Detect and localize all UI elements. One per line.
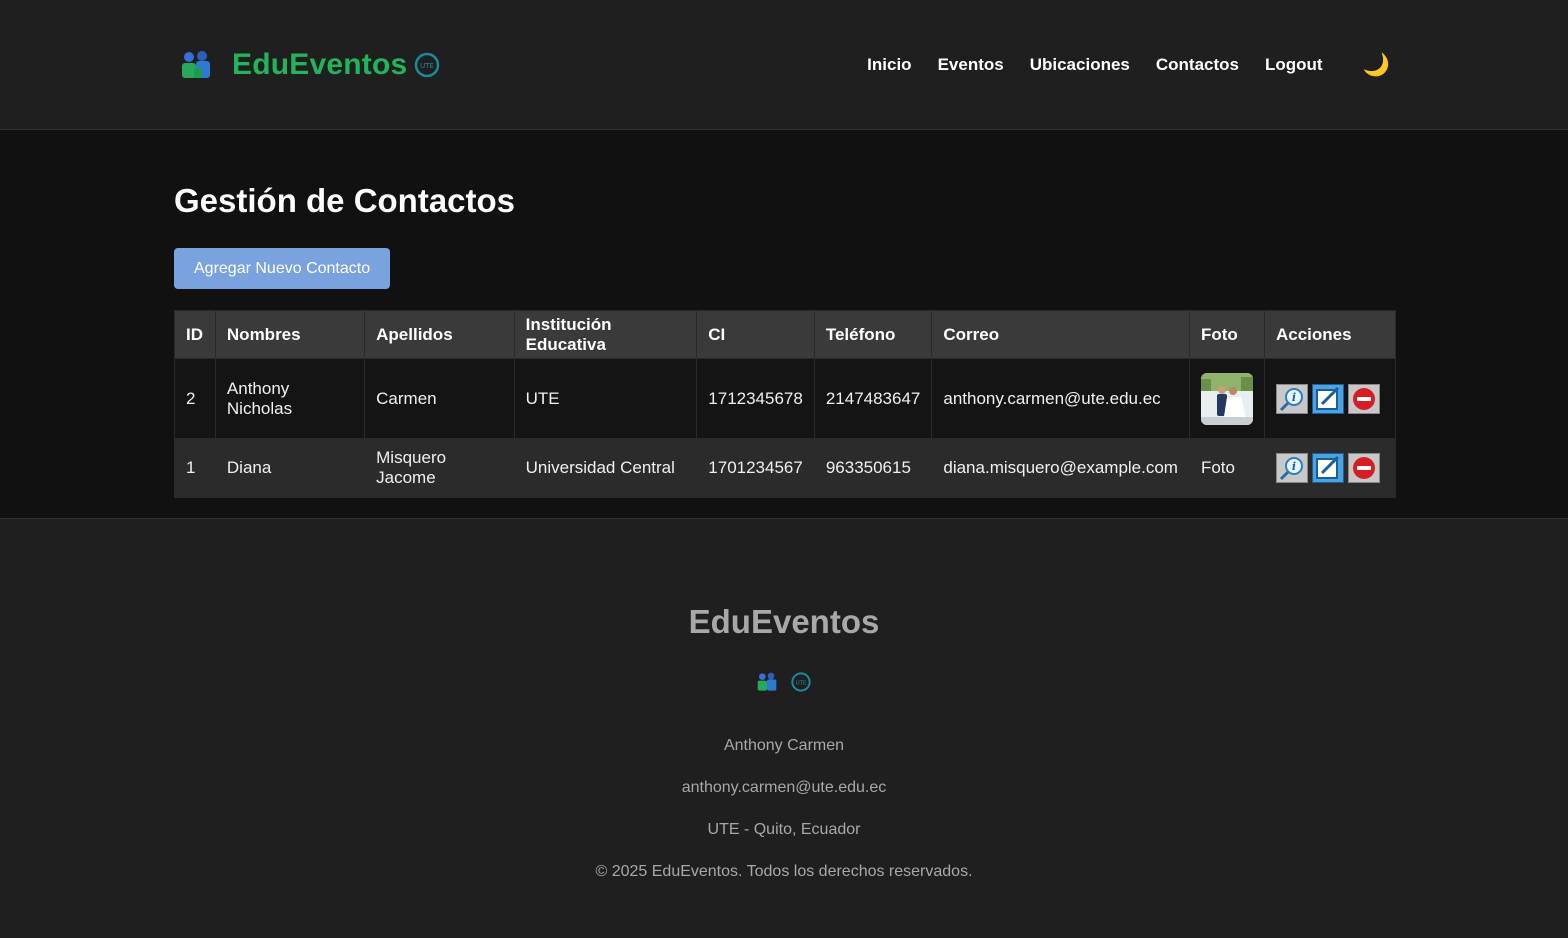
edit-icon (1316, 386, 1340, 410)
cell-acciones: i (1264, 358, 1396, 439)
cell-correo: diana.misquero@example.com (931, 438, 1190, 498)
main-nav: Inicio Eventos Ubicaciones Contactos Log… (867, 54, 1390, 76)
nav-eventos[interactable]: Eventos (938, 55, 1004, 75)
cell-foto (1188, 358, 1266, 439)
cell-institucion: UTE (513, 358, 698, 439)
svg-text:UTE: UTE (796, 680, 807, 686)
svg-text:UTE: UTE (420, 62, 434, 70)
footer-title: EduEventos (688, 603, 880, 640)
moon-icon[interactable]: 🌙 (1363, 54, 1390, 76)
delete-button[interactable] (1348, 383, 1380, 414)
header-institucion: Institución Educativa (513, 310, 698, 359)
cell-telefono: 963350615 (813, 438, 933, 498)
edit-button[interactable] (1312, 453, 1344, 483)
cell-nombres: Anthony Nicholas (214, 358, 366, 439)
cell-institucion: Universidad Central (513, 438, 698, 498)
nav-inicio[interactable]: Inicio (867, 55, 911, 75)
table-row: 1 Diana Misquero Jacome Universidad Cent… (174, 438, 1396, 498)
cell-apellidos: Carmen (364, 358, 515, 439)
cell-ci: 1712345678 (696, 358, 815, 439)
nav-logout[interactable]: Logout (1265, 55, 1323, 75)
header-apellidos: Apellidos (364, 310, 515, 359)
footer-copyright: © 2025 EduEventos. Todos los derechos re… (595, 863, 973, 880)
site-footer: EduEventos UTE Anthony Carmen anthony.ca… (0, 518, 1568, 938)
delete-button[interactable] (1348, 453, 1380, 483)
cell-telefono: 2147483647 (813, 358, 933, 439)
cell-id: 1 (174, 438, 216, 498)
main-content: Gestión de Contactos Agregar Nuevo Conta… (0, 130, 1568, 518)
nav-ubicaciones[interactable]: Ubicaciones (1030, 55, 1130, 75)
cell-apellidos: Misquero Jacome (364, 438, 515, 498)
footer-email: anthony.carmen@ute.edu.ec (681, 779, 887, 796)
page-title: Gestión de Contactos (174, 182, 516, 219)
header-nombres: Nombres (214, 310, 366, 359)
nav-contactos[interactable]: Contactos (1156, 55, 1239, 75)
cell-acciones: i (1264, 438, 1396, 498)
cell-correo: anthony.carmen@ute.edu.ec (931, 358, 1190, 439)
view-button[interactable]: i (1276, 383, 1308, 414)
brand-logo[interactable]: EduEventos UTE (180, 48, 441, 82)
ute-logo-icon: UTE (415, 52, 440, 78)
header-telefono: Teléfono (813, 310, 933, 359)
svg-text:i: i (1292, 391, 1296, 404)
cell-nombres: Diana (214, 438, 366, 498)
cell-foto-alt: Foto (1188, 438, 1266, 498)
site-header: EduEventos UTE Inicio Eventos Ubicacione… (0, 0, 1568, 130)
edit-button[interactable] (1312, 383, 1344, 414)
people-icon (757, 672, 777, 691)
edit-icon (1316, 455, 1340, 479)
cell-ci: 1701234567 (696, 438, 815, 498)
table-row: 2 Anthony Nicholas Carmen UTE 1712345678… (174, 358, 1396, 439)
people-icon (182, 51, 210, 78)
delete-icon (1353, 457, 1375, 479)
header-acciones: Acciones (1264, 310, 1396, 359)
cell-id: 2 (174, 358, 216, 439)
view-button[interactable]: i (1276, 453, 1308, 483)
delete-icon (1353, 387, 1375, 410)
contact-photo[interactable] (1200, 372, 1253, 425)
footer-logos: UTE (0, 671, 1568, 693)
footer-location: UTE - Quito, Ecuador (707, 821, 861, 838)
svg-text:i: i (1292, 460, 1296, 473)
header-correo: Correo (931, 310, 1190, 359)
footer-author: Anthony Carmen (723, 737, 845, 754)
magnifier-info-icon: i (1279, 387, 1303, 411)
ute-logo-icon: UTE (791, 672, 811, 692)
header-foto: Foto (1188, 310, 1266, 359)
table-header-row: ID Nombres Apellidos Institución Educati… (174, 310, 1396, 359)
header-ci: CI (696, 310, 815, 359)
header-id: ID (174, 310, 216, 359)
add-contact-button[interactable]: Agregar Nuevo Contacto (174, 248, 391, 289)
magnifier-info-icon: i (1279, 457, 1303, 481)
contacts-table: ID Nombres Apellidos Institución Educati… (174, 310, 1396, 498)
brand-title: EduEventos (232, 48, 408, 81)
